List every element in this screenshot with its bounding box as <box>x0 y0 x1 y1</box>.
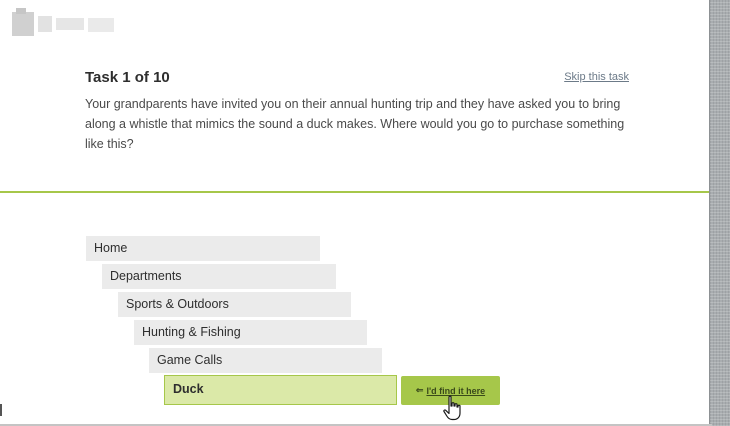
arrow-left-icon: ⇐ <box>415 385 424 395</box>
tree-item-duck-selected[interactable]: Duck <box>164 375 397 405</box>
hand-pointer-cursor-icon <box>443 395 461 421</box>
task-description: Your grandparents have invited you on th… <box>85 97 625 151</box>
task-title: Task 1 of 10 <box>85 69 170 86</box>
tree-item-departments[interactable]: Departments <box>102 264 336 289</box>
tree-item-sports-outdoors[interactable]: Sports & Outdoors <box>118 292 351 317</box>
blurred-logo <box>12 8 116 40</box>
section-divider <box>0 191 712 193</box>
window-right-border <box>709 0 730 426</box>
left-edge-mark <box>0 404 2 416</box>
tree-item-hunting-fishing[interactable]: Hunting & Fishing <box>134 320 367 345</box>
skip-task-link[interactable]: Skip this task <box>564 71 629 83</box>
find-it-here-label: I'd find it here <box>426 385 486 396</box>
tree-item-home[interactable]: Home <box>86 236 320 261</box>
tree-item-game-calls[interactable]: Game Calls <box>149 348 382 373</box>
